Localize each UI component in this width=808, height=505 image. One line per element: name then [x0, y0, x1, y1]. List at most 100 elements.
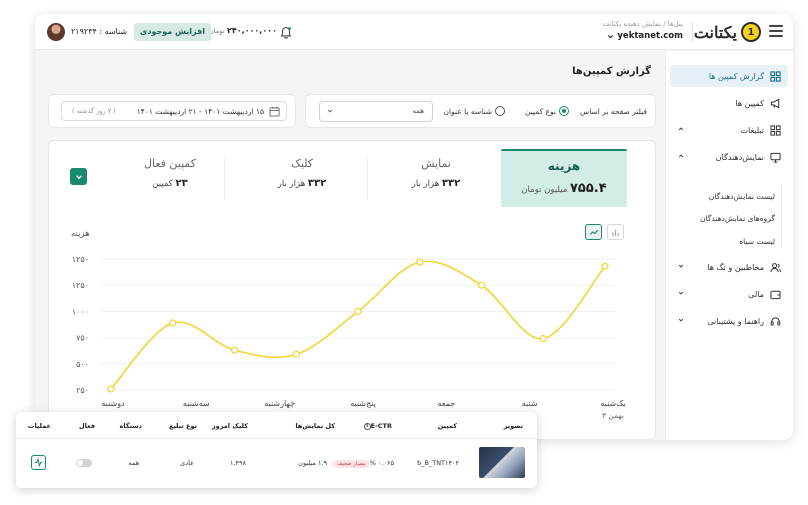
sidebar-item-ads[interactable]: تبلیغات	[670, 119, 788, 141]
date-range-panel: ۱۵ اردیبهشت ۱۴۰۱ - ۲۱ اردیبهشت ۱۴۰۱ ( ۷ …	[48, 94, 296, 128]
data-point	[230, 346, 239, 354]
radio-campaign-type[interactable]: نوع کمپین	[525, 106, 569, 116]
submenu-guide-line	[781, 184, 782, 248]
data-point	[601, 262, 609, 270]
sidebar-subitem-blacklist[interactable]: لیست سیاه	[739, 237, 775, 246]
sidebar-item-label: کمپین ها	[735, 98, 764, 108]
bell-icon[interactable]	[279, 25, 293, 39]
sidebar-item-publishers[interactable]: نمایش‌دهندگان	[670, 146, 788, 168]
topup-button[interactable]: افزایش موجودی	[134, 23, 211, 41]
table-header-divider	[16, 438, 537, 439]
campaign-type-select[interactable]: همه	[319, 101, 433, 122]
logo-mark: 1	[741, 22, 761, 42]
data-point	[292, 350, 300, 358]
sidebar-item-label: مخاطبین و تگ ها	[707, 262, 764, 272]
header-divider	[692, 22, 693, 42]
radio-label: شناسه یا عنوان	[443, 106, 492, 116]
sidebar-item-label: تبلیغات	[740, 125, 764, 135]
date-range-relative: ( ۷ روز گذشته )	[72, 107, 116, 115]
wallet-icon	[770, 290, 781, 299]
chevron-up-icon	[678, 127, 684, 131]
sidebar-item-audiences[interactable]: مخاطبین و تگ ها	[670, 256, 788, 278]
col-header-device: دستگاه	[119, 422, 142, 430]
chevron-down-icon	[608, 34, 614, 38]
sidebar-item-campaign-report[interactable]: گزارش کمپین ها	[670, 65, 788, 87]
account-name: yektanet.com	[617, 31, 683, 41]
active-toggle[interactable]	[76, 459, 92, 467]
logo-text: یکتانت	[693, 22, 738, 42]
col-header-actions: عملیات	[27, 422, 51, 430]
avatar[interactable]	[47, 23, 65, 41]
radio-id-or-title[interactable]: شناسه یا عنوان	[444, 106, 505, 116]
sidebar-item-label: گزارش کمپین ها	[708, 71, 764, 81]
col-header-ectr-label: E-CTR	[370, 422, 392, 430]
action-button[interactable]	[31, 455, 46, 470]
cell-campaign[interactable]: b_B_TNT۱۴۰۲	[417, 459, 459, 467]
x-tick-label: پنج‌شنبه	[350, 399, 376, 408]
calendar-icon	[269, 106, 280, 117]
cell-ectr: ۰.۰۶۵ %بسیار ضعیف	[330, 459, 394, 468]
app-window: یکتانت 1 پنل‌ها / نمایش دهنده یکتانت yek…	[35, 14, 793, 440]
data-point	[354, 307, 362, 315]
sidebar-item-label: راهنما و پشتیبانی	[707, 316, 764, 326]
col-header-ad-type: نوع تبلیغ	[168, 422, 197, 430]
col-header-impressions: کل نمایش‌ها	[295, 422, 335, 430]
grid-icon	[770, 70, 781, 82]
chevron-down-icon	[678, 264, 684, 268]
sidebar-item-label: نمایش‌دهندگان	[715, 152, 764, 162]
cell-clicks-today: ۱,۴۹۸	[229, 459, 246, 467]
user-id: شناسه : ۲۱۹۲۳۴	[71, 27, 128, 36]
status-badge: بسیار ضعیف	[332, 460, 370, 468]
sidebar-subitem-publisher-groups[interactable]: گروه‌های نمایش‌دهندگان	[700, 214, 775, 223]
filter-panel: فیلتر صفحه بر اساس نوع کمپین شناسه یا عن…	[305, 94, 656, 128]
sidebar-subitem-publisher-list[interactable]: لیست نمایش‌دهندگان	[709, 192, 775, 201]
page-title: گزارش کمپین‌ها	[572, 66, 651, 77]
balance-value: ۲۴۰,۰۰۰,۰۰۰	[226, 26, 277, 35]
brand-logo[interactable]: یکتانت 1	[694, 21, 761, 43]
cell-device: همه	[128, 459, 139, 467]
data-point	[477, 281, 486, 289]
menu-icon[interactable]	[769, 25, 783, 37]
y-tick-label: ۲۵۰	[76, 386, 89, 395]
x-tick-label: دوشنبه	[101, 399, 125, 408]
account-name-row[interactable]: yektanet.com	[602, 31, 683, 41]
sidebar-item-support[interactable]: راهنما و پشتیبانی	[670, 310, 788, 332]
radio-dot	[495, 106, 505, 116]
activity-icon	[34, 458, 43, 467]
col-header-ectr: E-CTRi	[362, 422, 392, 430]
sidebar-item-finance[interactable]: مالی	[670, 283, 788, 305]
account-switcher[interactable]: پنل‌ها / نمایش دهنده یکتانت yektanet.com	[602, 20, 683, 41]
balance-unit: تومان	[209, 27, 225, 35]
sidebar-item-campaigns[interactable]: کمپین ها	[670, 92, 788, 114]
select-value: همه	[412, 107, 425, 115]
data-point	[539, 335, 547, 343]
megaphone-icon	[770, 98, 780, 108]
report-card: هزینه ۷۵۵.۴ میلیون تومان نمایش ۳۳۲ هزار …	[48, 140, 656, 440]
wallet-balance: ۲۴۰,۰۰۰,۰۰۰ تومان	[209, 26, 277, 35]
data-point	[107, 385, 115, 393]
x-tick-sublabel: ۳ بهمن	[602, 411, 624, 420]
radio-label: نوع کمپین	[525, 106, 556, 116]
col-header-image: تصویر	[503, 422, 523, 430]
grid-icon	[770, 124, 781, 136]
cell-ad-type: عادی	[180, 459, 194, 467]
y-tick-label: ۷۵۰	[76, 334, 89, 343]
breadcrumb: پنل‌ها / نمایش دهنده یکتانت	[602, 20, 683, 28]
data-point	[416, 258, 424, 266]
cost-line-chart: ۲۵۰ ۵۰۰ ۷۵۰ ۱۰۰۰ ۱۲۵۰ ۱۲۵۰ یک‌شنبه شنبه جمعه پنج‌…	[72, 255, 626, 420]
info-icon[interactable]: i	[363, 422, 371, 430]
y-tick-label: ۱۲۵۰	[72, 281, 89, 290]
col-header-clicks-today: کلیک امروز	[211, 422, 248, 430]
x-tick-label: چهارشنبه	[264, 399, 295, 408]
col-header-active: فعال	[78, 422, 95, 430]
filter-label: فیلتر صفحه بر اساس	[580, 107, 647, 116]
ectr-value: ۰.۰۶۵ %	[369, 459, 394, 467]
sidebar: گزارش کمپین ها کمپین ها تبلیغات نمایش‌ده…	[665, 51, 793, 440]
x-tick-label: جمعه	[437, 399, 455, 408]
series-line	[110, 260, 606, 390]
date-range-picker[interactable]: ۱۵ اردیبهشت ۱۴۰۱ - ۲۱ اردیبهشت ۱۴۰۱ ( ۷ …	[61, 101, 287, 121]
radio-dot-selected	[559, 106, 569, 116]
x-tick-label: سه‌شنبه	[183, 399, 210, 408]
campaign-thumbnail[interactable]	[479, 447, 525, 478]
cell-impressions: ۱.۹ میلیون	[298, 459, 327, 467]
